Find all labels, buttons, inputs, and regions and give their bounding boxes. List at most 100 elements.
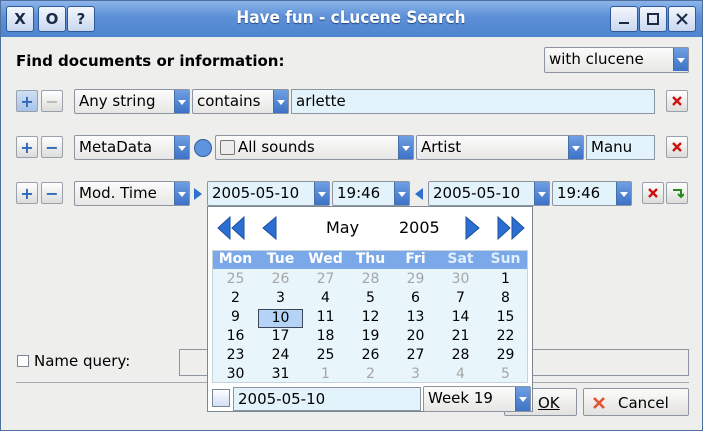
calendar-header: May 2005 xyxy=(208,207,532,247)
calendar-day[interactable]: 3 xyxy=(258,290,303,309)
next-year-button[interactable] xyxy=(495,215,527,241)
to-date-select[interactable]: 2005-05-10 xyxy=(428,181,550,206)
maximize-button[interactable] xyxy=(639,6,667,32)
from-time-select[interactable]: 19:46 xyxy=(332,181,410,206)
chevron-down-icon xyxy=(174,182,189,205)
calendar-day[interactable]: 7 xyxy=(438,290,483,309)
calendar-day[interactable]: 27 xyxy=(303,271,348,290)
calendar-day[interactable]: 2 xyxy=(348,366,393,385)
chevron-right-icon xyxy=(465,215,480,241)
calendar-day[interactable]: 25 xyxy=(303,347,348,366)
next-month-button[interactable] xyxy=(463,215,483,241)
calendar-day[interactable]: 17 xyxy=(258,328,303,347)
calendar-day[interactable]: 27 xyxy=(393,347,438,366)
calendar-day[interactable]: 4 xyxy=(438,366,483,385)
name-query-checkbox[interactable] xyxy=(17,355,29,367)
calendar-day[interactable]: 4 xyxy=(303,290,348,309)
delete-icon xyxy=(672,96,682,106)
metadata-value-input[interactable]: Manu xyxy=(586,135,655,160)
remove-row-button[interactable]: − xyxy=(41,182,63,204)
calendar-day[interactable]: 28 xyxy=(348,271,393,290)
calendar-day[interactable]: 5 xyxy=(348,290,393,309)
add-row-button[interactable]: + xyxy=(16,90,38,112)
calendar-day[interactable]: 26 xyxy=(258,271,303,290)
calendar-day[interactable]: 18 xyxy=(303,328,348,347)
category-select[interactable]: All sounds xyxy=(215,135,414,160)
calendar-day[interactable]: 8 xyxy=(483,290,528,309)
add-row-button[interactable]: + xyxy=(16,182,38,204)
calendar-day[interactable]: 30 xyxy=(438,271,483,290)
calendar-day[interactable]: 9 xyxy=(213,309,258,328)
calendar-day[interactable]: 30 xyxy=(213,366,258,385)
calendar-day[interactable]: 11 xyxy=(303,309,348,328)
cancel-button[interactable]: Cancel xyxy=(583,388,689,416)
range-end-icon xyxy=(415,188,423,200)
calendar-day[interactable]: 25 xyxy=(213,271,258,290)
search-dialog: X O ? Have fun - cLucene Search Find doc… xyxy=(0,0,703,431)
weekday-label: Sun xyxy=(490,251,521,267)
calendar-day[interactable]: 5 xyxy=(483,366,528,385)
calendar-year[interactable]: 2005 xyxy=(399,218,440,237)
calendar-day[interactable]: 10 xyxy=(258,309,303,328)
delete-icon xyxy=(672,142,682,152)
previous-month-button[interactable] xyxy=(259,215,279,241)
calendar-day[interactable]: 31 xyxy=(258,366,303,385)
field-select[interactable]: MetaData xyxy=(74,135,190,160)
calendar-day[interactable]: 29 xyxy=(393,271,438,290)
field-select[interactable]: Any string xyxy=(74,89,190,114)
calendar-day[interactable]: 3 xyxy=(393,366,438,385)
delete-icon xyxy=(648,188,658,198)
field-select[interactable]: Mod. Time xyxy=(74,181,190,206)
swap-dates-button[interactable] xyxy=(666,182,688,204)
weekday-label: Wed xyxy=(308,251,343,267)
add-row-button[interactable]: + xyxy=(16,136,38,158)
delete-row-button[interactable] xyxy=(666,90,688,112)
engine-select[interactable]: with clucene xyxy=(544,47,689,73)
close-button[interactable] xyxy=(668,6,696,32)
from-date-select[interactable]: 2005-05-10 xyxy=(207,181,330,206)
chevron-down-icon xyxy=(394,182,409,205)
today-button[interactable] xyxy=(212,389,230,407)
week-select[interactable]: Week 19 xyxy=(423,386,531,412)
calendar-day[interactable]: 16 xyxy=(213,328,258,347)
remove-row-button[interactable]: − xyxy=(41,90,63,112)
weekday-label: Tue xyxy=(266,251,295,267)
calendar-day[interactable]: 28 xyxy=(438,347,483,366)
search-value-input[interactable]: arlette xyxy=(291,89,655,114)
menu-x-button[interactable]: X xyxy=(6,6,34,32)
calendar-date-input[interactable]: 2005-05-10 xyxy=(233,387,421,411)
minimize-button[interactable] xyxy=(610,6,638,32)
delete-row-button[interactable] xyxy=(666,136,688,158)
calendar-day[interactable]: 1 xyxy=(483,271,528,290)
calendar-day[interactable]: 14 xyxy=(438,309,483,328)
calendar-day[interactable]: 29 xyxy=(483,347,528,366)
delete-row-button[interactable] xyxy=(642,182,664,204)
help-button[interactable]: ? xyxy=(67,6,95,32)
calendar-day[interactable]: 2 xyxy=(213,290,258,309)
attribute-select[interactable]: Artist xyxy=(416,135,584,160)
sticky-button[interactable]: O xyxy=(38,6,66,32)
calendar-day[interactable]: 26 xyxy=(348,347,393,366)
calendar-day[interactable]: 24 xyxy=(258,347,303,366)
calendar-day[interactable]: 6 xyxy=(393,290,438,309)
calendar-day[interactable]: 20 xyxy=(393,328,438,347)
calendar-day[interactable]: 19 xyxy=(348,328,393,347)
calendar-day[interactable]: 12 xyxy=(348,309,393,328)
chevron-down-icon xyxy=(174,90,189,113)
remove-row-button[interactable]: − xyxy=(41,136,63,158)
calendar-day[interactable]: 21 xyxy=(438,328,483,347)
chevron-down-icon xyxy=(174,136,189,159)
swap-icon xyxy=(673,189,684,199)
calendar-day[interactable]: 22 xyxy=(483,328,528,347)
calendar-day[interactable]: 23 xyxy=(213,347,258,366)
calendar-day[interactable]: 1 xyxy=(303,366,348,385)
calendar-day[interactable]: 15 xyxy=(483,309,528,328)
calendar-day[interactable]: 13 xyxy=(393,309,438,328)
operator-select[interactable]: contains xyxy=(192,89,289,114)
to-time-select[interactable]: 19:46 xyxy=(552,181,632,206)
calendar-month[interactable]: May xyxy=(326,218,359,237)
metadata-info-icon[interactable] xyxy=(194,139,212,157)
previous-year-button[interactable] xyxy=(215,215,247,241)
x-icon: X xyxy=(14,10,26,28)
sound-icon xyxy=(220,140,235,155)
